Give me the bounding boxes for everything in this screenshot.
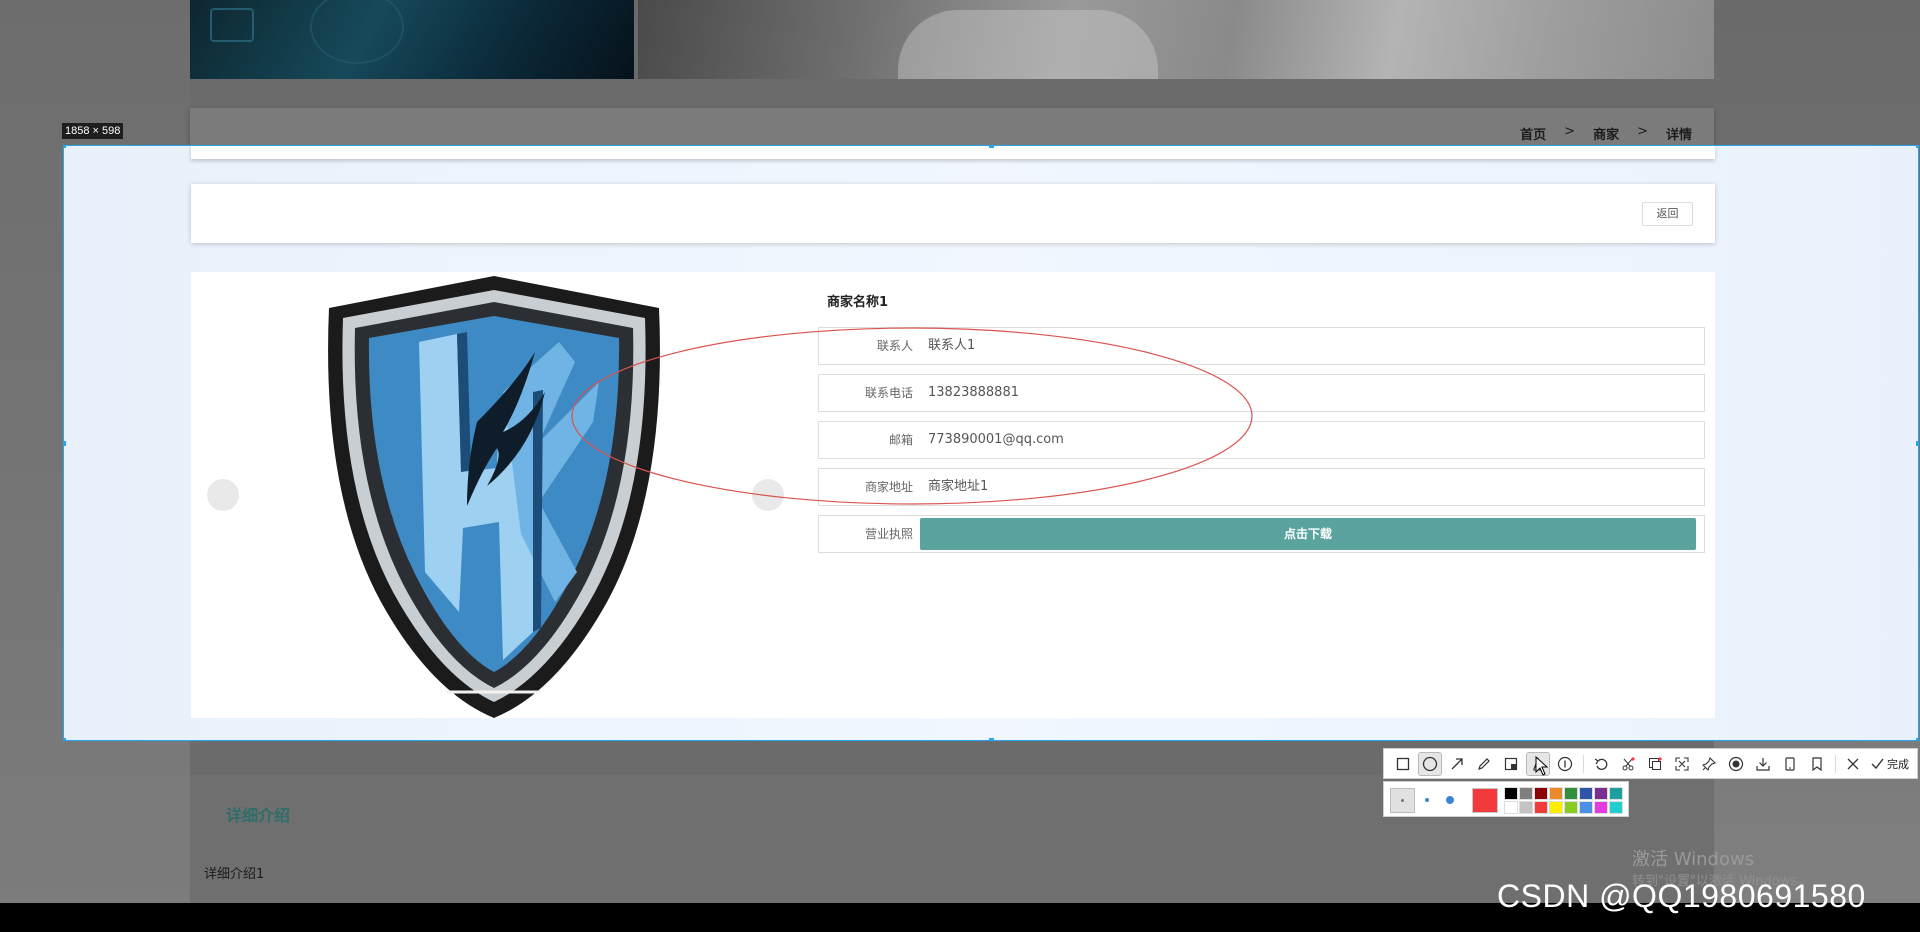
- contact-person-row: 联系人 联系人1: [818, 327, 1705, 365]
- toolbar-divider: [1583, 754, 1584, 773]
- email-row: 邮箱 773890001@qq.com: [818, 421, 1705, 459]
- carousel-next-button[interactable]: [752, 479, 784, 511]
- phone-row: 联系电话 13823888881: [818, 374, 1705, 412]
- breadcrumb-detail: 详情: [1665, 128, 1692, 143]
- action-card: 返回: [191, 184, 1715, 243]
- back-button[interactable]: 返回: [1642, 202, 1693, 226]
- ellipse-icon[interactable]: [1418, 751, 1442, 776]
- breadcrumb-home[interactable]: 首页: [1520, 124, 1546, 143]
- style-palette: [1383, 781, 1629, 817]
- address-value: 商家地址1: [928, 479, 989, 494]
- merchant-logo-image: [328, 276, 660, 718]
- color-swatch[interactable]: [1609, 787, 1623, 800]
- field-label: 营业执照: [864, 527, 913, 541]
- color-swatch[interactable]: [1534, 787, 1548, 800]
- bookmark-icon[interactable]: [1806, 753, 1828, 775]
- intro-text: 详细介绍1: [204, 867, 265, 882]
- capture-selection-region[interactable]: 返回 商家名称1 联系人 联系人1 联系电话 13823888881 邮箱 77…: [63, 145, 1919, 741]
- color-swatch[interactable]: [1579, 787, 1593, 800]
- intro-title: 详细介绍: [226, 806, 291, 825]
- license-row: 营业执照 点击下载: [818, 515, 1705, 553]
- merchant-image-carousel: [191, 272, 799, 718]
- mouse-cursor-icon: [1535, 756, 1549, 776]
- done-label: 完成: [1887, 757, 1909, 771]
- breadcrumb-separator: >: [1564, 124, 1576, 139]
- color-swatch[interactable]: [1609, 801, 1623, 814]
- field-label: 邮箱: [888, 433, 913, 447]
- current-color-swatch[interactable]: [1472, 788, 1498, 813]
- email-value: 773890001@qq.com: [928, 432, 1064, 447]
- color-swatch[interactable]: [1564, 787, 1578, 800]
- breadcrumb: 首页 > 商家 > 详情: [1520, 124, 1692, 143]
- color-swatch[interactable]: [1519, 801, 1533, 814]
- arrow-icon[interactable]: [1446, 753, 1468, 775]
- pencil-icon[interactable]: [1473, 753, 1495, 775]
- breadcrumb-separator: >: [1637, 124, 1648, 139]
- undo-icon[interactable]: [1590, 753, 1612, 775]
- clip-icon[interactable]: [1617, 753, 1639, 775]
- toolbar-divider: [1835, 754, 1836, 773]
- resize-handle[interactable]: [1916, 441, 1918, 446]
- field-label: 联系电话: [864, 386, 913, 400]
- done-button[interactable]: 完成: [1871, 756, 1909, 772]
- color-swatch[interactable]: [1549, 801, 1563, 814]
- download-icon[interactable]: [1752, 753, 1774, 775]
- merchant-detail-card: 商家名称1 联系人 联系人1 联系电话 13823888881 邮箱 77389…: [191, 272, 1715, 718]
- color-swatch[interactable]: [1504, 787, 1518, 800]
- resize-handle[interactable]: [989, 738, 994, 740]
- field-label: 商家地址: [864, 480, 913, 494]
- resize-handle[interactable]: [989, 146, 994, 148]
- resize-handle[interactable]: [1916, 738, 1918, 740]
- ocr-icon[interactable]: [1644, 753, 1666, 775]
- color-swatch[interactable]: [1564, 801, 1578, 814]
- record-icon[interactable]: [1725, 753, 1747, 775]
- capture-size-label: 1858 × 598: [62, 123, 124, 139]
- color-swatch[interactable]: [1549, 787, 1563, 800]
- color-swatch[interactable]: [1504, 801, 1518, 814]
- pin-icon[interactable]: [1698, 753, 1720, 775]
- screenshot-toolbar: 完成: [1383, 748, 1918, 779]
- color-swatch[interactable]: [1534, 801, 1548, 814]
- breadcrumb-card-edge: [191, 146, 1715, 159]
- number-icon[interactable]: [1554, 753, 1576, 775]
- check-icon: [1871, 758, 1884, 769]
- field-label: 联系人: [876, 339, 913, 353]
- carousel-prev-button[interactable]: [207, 479, 239, 511]
- phone-value: 13823888881: [928, 385, 1019, 400]
- scroll-capture-icon[interactable]: [1671, 753, 1693, 775]
- resize-handle[interactable]: [64, 738, 66, 740]
- resize-handle[interactable]: [1916, 146, 1918, 148]
- resize-handle[interactable]: [64, 441, 66, 446]
- address-row: 商家地址 商家地址1: [818, 468, 1705, 506]
- contact-person-value: 联系人1: [928, 338, 976, 353]
- merchant-name: 商家名称1: [827, 295, 889, 310]
- color-swatch-grid: [1504, 787, 1623, 814]
- pen-size-medium[interactable]: [1425, 798, 1429, 802]
- color-swatch[interactable]: [1519, 787, 1533, 800]
- csdn-watermark: CSDN @QQ1980691580: [1497, 878, 1866, 914]
- banner-carousel: [190, 0, 1714, 79]
- mosaic-icon[interactable]: [1500, 753, 1522, 775]
- phone-icon[interactable]: [1779, 753, 1801, 775]
- banner-image-tech: [190, 0, 634, 79]
- banner-image-office: [638, 0, 1714, 79]
- close-icon[interactable]: [1842, 753, 1864, 775]
- color-swatch[interactable]: [1579, 801, 1593, 814]
- color-swatch[interactable]: [1594, 801, 1608, 814]
- rectangle-icon[interactable]: [1392, 753, 1414, 775]
- pen-size-small[interactable]: [1390, 788, 1415, 813]
- breadcrumb-merchants[interactable]: 商家: [1593, 124, 1619, 143]
- windows-activation-title: 激活 Windows: [1632, 849, 1755, 870]
- download-license-button[interactable]: 点击下载: [920, 518, 1696, 550]
- resize-handle[interactable]: [64, 146, 66, 148]
- color-swatch[interactable]: [1594, 787, 1608, 800]
- pen-size-large[interactable]: [1446, 796, 1454, 804]
